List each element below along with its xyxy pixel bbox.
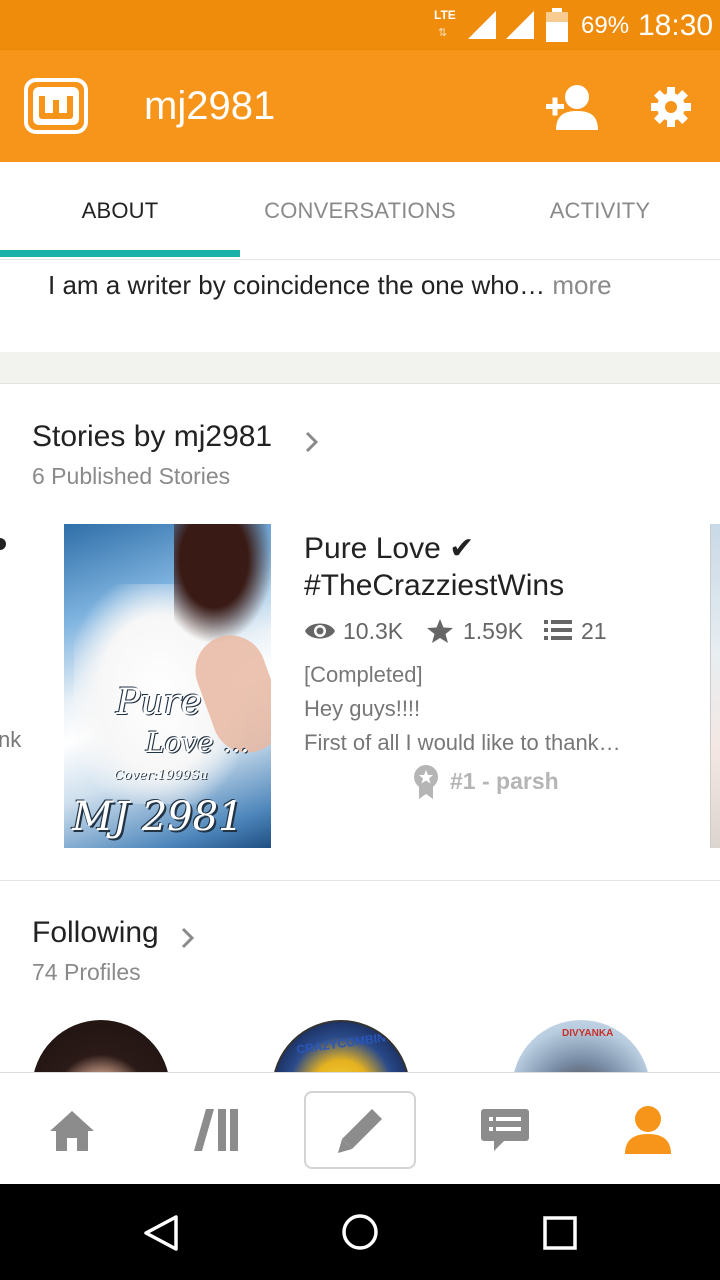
cover-title-line: Love ... bbox=[146, 726, 250, 759]
star-icon bbox=[427, 619, 453, 643]
tab-conversations[interactable]: CONVERSATIONS bbox=[240, 162, 480, 260]
wattpad-logo[interactable] bbox=[24, 78, 88, 134]
battery-percent: 69% bbox=[581, 12, 630, 39]
section-divider bbox=[0, 352, 720, 384]
app-title: mj2981 bbox=[144, 84, 276, 128]
stories-count: 6 Published Stories bbox=[32, 463, 231, 489]
chevron-right-icon[interactable] bbox=[180, 926, 196, 950]
previous-card-edge bbox=[0, 538, 6, 550]
network-type: LTE bbox=[434, 8, 456, 22]
add-user-icon[interactable] bbox=[544, 84, 600, 130]
data-arrows-icon: ⇅ bbox=[438, 27, 448, 39]
profile-icon bbox=[625, 1106, 671, 1154]
cover-credit: Cover:1999Su bbox=[114, 768, 208, 783]
back-icon[interactable] bbox=[142, 1214, 180, 1252]
story-blurb-line: Hey guys!!!! bbox=[304, 696, 421, 721]
more-link[interactable]: more bbox=[552, 270, 611, 300]
story-description: [Completed] Hey guys!!!! First of all I … bbox=[304, 658, 684, 760]
profile-tabs: ABOUT CONVERSATIONS ACTIVITY bbox=[0, 162, 720, 260]
list-icon bbox=[544, 620, 572, 640]
story-status: [Completed] bbox=[304, 662, 423, 687]
library-icon bbox=[194, 1109, 238, 1151]
about-text: I am a writer by coincidence the one who… bbox=[48, 270, 612, 301]
home-button-icon[interactable] bbox=[341, 1213, 379, 1251]
home-icon bbox=[50, 1111, 94, 1151]
battery-icon bbox=[546, 8, 568, 42]
signal-icon bbox=[506, 11, 534, 39]
parts-count: 21 bbox=[581, 618, 607, 644]
award-icon bbox=[414, 765, 438, 799]
about-body: I am a writer by coincidence the one who… bbox=[48, 270, 546, 300]
avatar-label: CRAZYCOMBINE bbox=[295, 1029, 395, 1057]
previous-card-text: nk bbox=[0, 727, 22, 752]
recents-icon[interactable] bbox=[542, 1215, 578, 1251]
next-story-card[interactable] bbox=[710, 524, 720, 848]
tab-about[interactable]: ABOUT bbox=[0, 162, 240, 260]
bottom-navigation bbox=[0, 1072, 720, 1184]
nav-library[interactable] bbox=[144, 1073, 288, 1185]
messages-icon bbox=[481, 1109, 529, 1151]
nav-write[interactable] bbox=[304, 1091, 416, 1169]
rank-text: #1 - parsh bbox=[450, 768, 559, 794]
section-divider bbox=[0, 880, 720, 881]
write-icon bbox=[338, 1109, 382, 1153]
following-heading[interactable]: Following bbox=[32, 916, 159, 950]
story-blurb-line: First of all I would like to thank… bbox=[304, 730, 621, 755]
story-title-line: #TheCrazziestWins bbox=[304, 569, 565, 602]
cover-author: MJ 2981 bbox=[72, 794, 244, 840]
chevron-right-icon[interactable] bbox=[304, 430, 320, 454]
nav-messages[interactable] bbox=[432, 1073, 576, 1185]
logo-icon bbox=[33, 87, 79, 125]
cover-title-line: Pure bbox=[116, 682, 202, 723]
story-cover[interactable]: Pure Love ... Cover:1999Su MJ 2981 bbox=[64, 524, 271, 848]
cover-art bbox=[174, 524, 271, 644]
status-bar: LTE ⇅ 69% 18:30 bbox=[0, 0, 720, 50]
clock: 18:30 bbox=[638, 9, 714, 42]
avatar-label: DIVYANKA bbox=[562, 1028, 614, 1039]
story-title-line: Pure Love ✔ bbox=[304, 532, 475, 565]
signal-icon bbox=[468, 11, 496, 39]
system-navigation-bar bbox=[0, 1184, 720, 1280]
story-title[interactable]: Pure Love ✔ #TheCrazziestWins bbox=[304, 530, 684, 604]
eye-icon bbox=[305, 623, 335, 639]
votes-count: 1.59K bbox=[463, 618, 524, 644]
app-bar: mj2981 bbox=[0, 50, 720, 162]
reads-count: 10.3K bbox=[343, 618, 404, 644]
gear-icon[interactable] bbox=[650, 86, 692, 128]
nav-profile[interactable] bbox=[576, 1073, 720, 1185]
stories-heading[interactable]: Stories by mj2981 bbox=[32, 420, 272, 454]
following-count: 74 Profiles bbox=[32, 959, 141, 985]
tab-activity[interactable]: ACTIVITY bbox=[480, 162, 720, 260]
active-tab-indicator bbox=[0, 250, 240, 257]
nav-home[interactable] bbox=[0, 1073, 144, 1185]
